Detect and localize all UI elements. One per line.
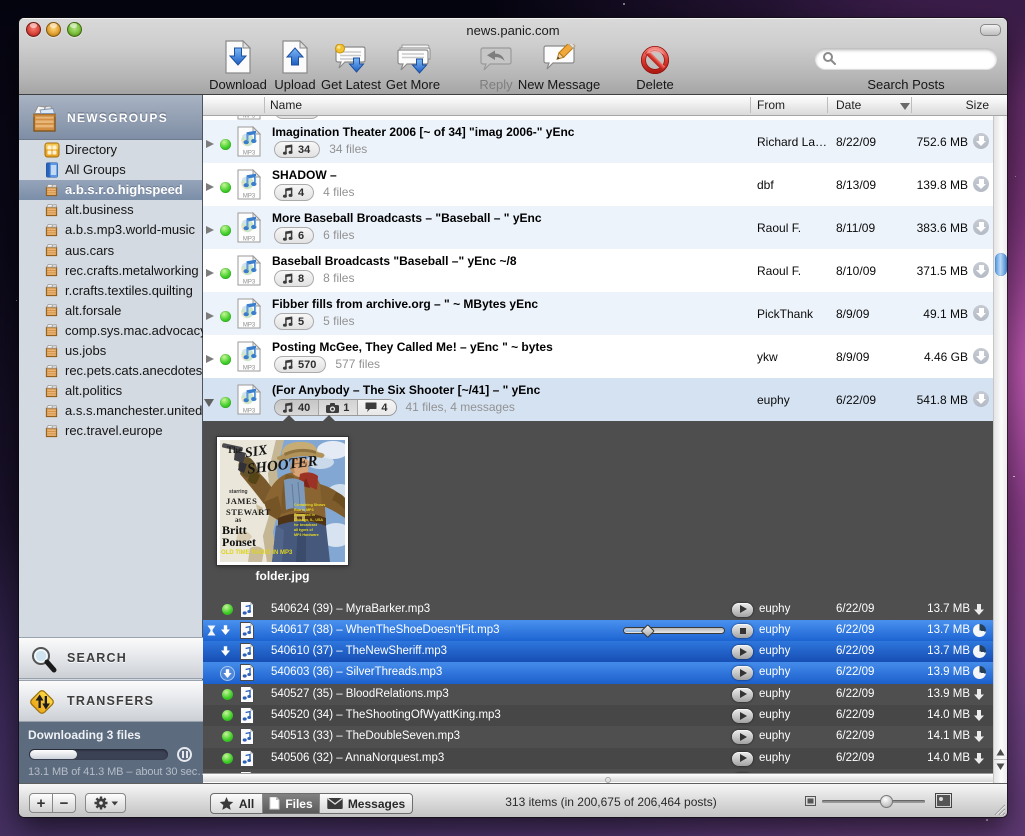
svg-text:MP3: MP3: [243, 322, 256, 328]
svg-text:Run in MP3: Run in MP3: [294, 508, 314, 512]
svg-text:Chicago, IL, USA: Chicago, IL, USA: [294, 518, 323, 522]
svg-text:OLD TIME RADIO IN MP3: OLD TIME RADIO IN MP3: [221, 550, 293, 556]
svg-text:starring: starring: [229, 489, 248, 495]
svg-text:all types of: all types of: [294, 528, 314, 532]
svg-text:Ponset: Ponset: [222, 535, 256, 549]
svg-text:MP3 Hardware: MP3 Hardware: [294, 533, 319, 537]
svg-text:Recorded in: Recorded in: [294, 513, 315, 517]
svg-text:MP3: MP3: [243, 150, 256, 156]
svg-text:MP3: MP3: [243, 279, 256, 285]
svg-text:STEWART: STEWART: [226, 507, 271, 517]
svg-text:MP3: MP3: [243, 365, 256, 371]
svg-text:MP3: MP3: [243, 116, 256, 119]
svg-text:MP3: MP3: [243, 236, 256, 242]
svg-text:MP3: MP3: [243, 408, 256, 414]
svg-text:The: The: [227, 445, 242, 455]
svg-text:for broadcast: for broadcast: [294, 523, 318, 527]
svg-text:MP3: MP3: [243, 193, 256, 199]
svg-text:JAMES: JAMES: [226, 496, 257, 506]
svg-text:Containing Shows: Containing Shows: [294, 503, 325, 507]
